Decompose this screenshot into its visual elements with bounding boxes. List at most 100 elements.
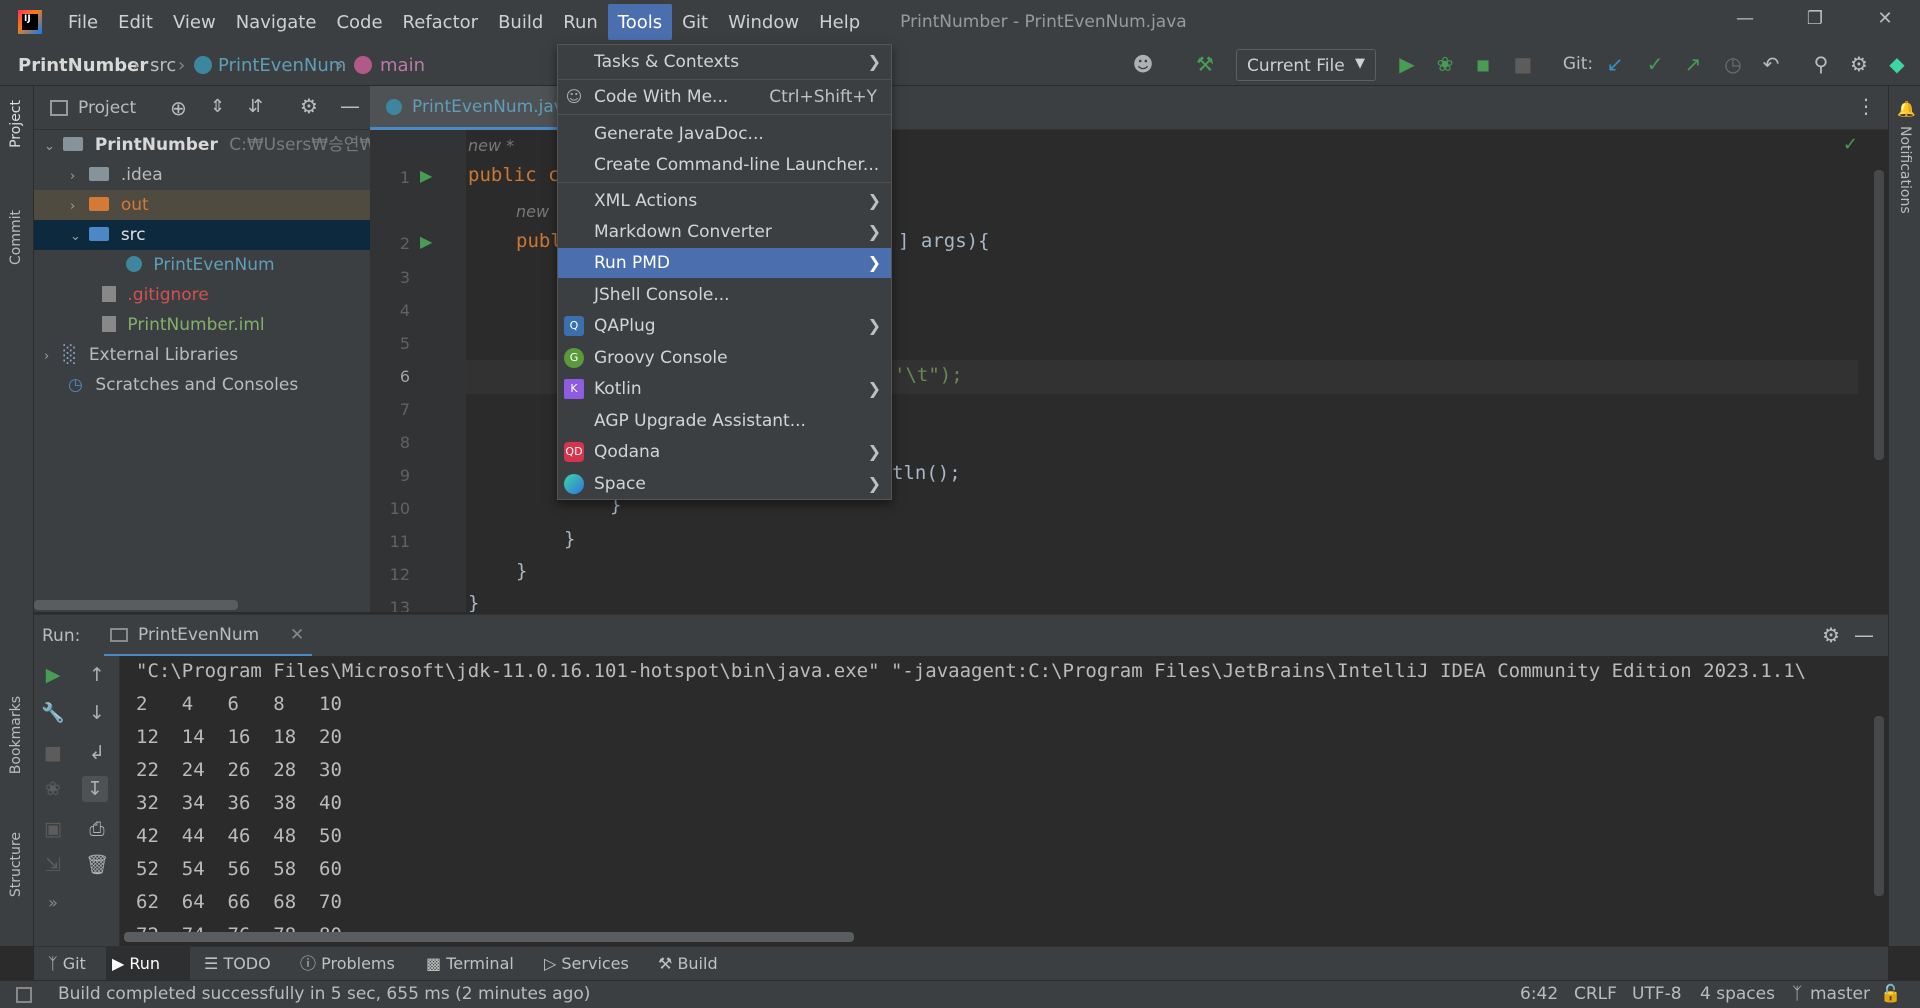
scroll-to-end-icon[interactable]: ↧: [82, 776, 108, 802]
menu-run[interactable]: Run: [553, 4, 608, 40]
expand-all-icon[interactable]: ⇕: [210, 96, 225, 117]
stripe-notifications[interactable]: Notifications: [1897, 126, 1913, 214]
stripe-commit[interactable]: Commit: [8, 210, 24, 265]
menu-edit[interactable]: Edit: [108, 4, 163, 40]
wrench-icon[interactable]: 🔧: [40, 700, 66, 726]
soft-wrap-icon[interactable]: ↲: [84, 740, 110, 766]
tree-item-printevennum[interactable]: PrintEvenNum: [34, 250, 370, 280]
print-icon[interactable]: ⎙: [84, 816, 110, 842]
debug-icon[interactable]: ❀: [40, 776, 66, 802]
vertical-scrollbar[interactable]: [1874, 716, 1884, 896]
minimize-panel-icon[interactable]: —: [340, 94, 360, 118]
menu-item-kotlin[interactable]: K Kotlin ❯: [558, 374, 891, 404]
bell-icon[interactable]: 🔔: [1897, 100, 1916, 118]
tree-item-external-libraries[interactable]: › ░ External Libraries: [34, 340, 370, 370]
stripe-project[interactable]: Project: [8, 100, 24, 148]
caret-position[interactable]: 6:42: [1520, 984, 1558, 1004]
history-icon[interactable]: ◷: [1720, 51, 1746, 77]
collapse-all-icon[interactable]: ⇵: [248, 96, 263, 117]
console-output[interactable]: "C:\Program Files\Microsoft\jdk-11.0.16.…: [120, 656, 1888, 946]
coverage-icon[interactable]: ◾: [1470, 51, 1496, 77]
close-tab-icon[interactable]: ✕: [290, 625, 304, 645]
gear-icon[interactable]: ⚙: [1846, 51, 1872, 77]
code-with-me-icon[interactable]: ◆: [1884, 51, 1910, 77]
menu-item-generate-javadoc[interactable]: Generate JavaDoc...: [558, 119, 891, 149]
build-hammer-icon[interactable]: ⚒: [1192, 51, 1218, 77]
run-gutter-icon[interactable]: ▶: [420, 166, 432, 185]
menu-help[interactable]: Help: [809, 4, 870, 40]
tool-tab-run[interactable]: ▶ Run: [106, 947, 190, 981]
tree-item-gitignore[interactable]: .gitignore: [34, 280, 370, 310]
breadcrumb-class[interactable]: PrintEvenNum: [218, 55, 346, 76]
menu-item-jshell-console[interactable]: JShell Console...: [558, 280, 891, 310]
run-configuration-select[interactable]: Current File ▼: [1236, 49, 1376, 81]
user-icon[interactable]: ☻: [1130, 51, 1156, 77]
stripe-structure[interactable]: Structure: [8, 832, 24, 897]
lock-icon[interactable]: 🔓: [1880, 984, 1901, 1004]
rerun-icon[interactable]: ▶: [40, 662, 66, 688]
tree-item-src[interactable]: ⌄ src: [34, 220, 370, 250]
line-separator[interactable]: CRLF: [1574, 984, 1617, 1004]
git-push-icon[interactable]: ↗: [1680, 51, 1706, 77]
menu-item-code-with-me[interactable]: ☺ Code With Me... Ctrl+Shift+Y: [558, 82, 891, 112]
search-icon[interactable]: ⚲: [1808, 51, 1834, 77]
tool-tab-build[interactable]: ⚒ Build: [652, 947, 724, 981]
rollback-icon[interactable]: ↶: [1758, 51, 1784, 77]
debug-icon[interactable]: ❀: [1432, 51, 1458, 77]
menu-build[interactable]: Build: [488, 4, 553, 40]
intellij-logo-icon[interactable]: IJ: [18, 10, 42, 34]
menu-item-create-launcher[interactable]: Create Command-line Launcher...: [558, 150, 891, 180]
run-icon[interactable]: ▶: [1394, 51, 1420, 77]
stripe-bookmarks[interactable]: Bookmarks: [8, 696, 24, 774]
breadcrumb-method[interactable]: main: [380, 55, 425, 76]
minimize-panel-icon[interactable]: —: [1854, 623, 1874, 647]
tool-tab-git[interactable]: ᛉ Git: [42, 947, 92, 981]
menu-file[interactable]: File: [58, 4, 108, 40]
menu-item-run-pmd[interactable]: Run PMD ❯: [558, 248, 891, 278]
menu-item-tasks-contexts[interactable]: Tasks & Contexts ❯: [558, 47, 891, 77]
close-icon[interactable]: ✕: [1870, 8, 1900, 36]
locate-icon[interactable]: ⊕: [170, 96, 187, 120]
vertical-scrollbar[interactable]: [1874, 170, 1884, 460]
minimize-icon[interactable]: —: [1730, 8, 1760, 36]
git-commit-icon[interactable]: ✓: [1642, 51, 1668, 77]
menu-item-space[interactable]: Space ❯: [558, 469, 891, 499]
project-panel-title[interactable]: Project: [78, 98, 136, 118]
tree-item-out[interactable]: › out: [34, 190, 370, 220]
menu-code[interactable]: Code: [326, 4, 392, 40]
arrow-down-icon[interactable]: ↓: [84, 700, 110, 726]
toggle-tool-windows-icon[interactable]: [16, 987, 32, 1003]
exit-icon[interactable]: ⇲: [40, 852, 66, 878]
gear-icon[interactable]: ⚙: [1822, 623, 1840, 647]
restore-icon[interactable]: ❐: [1800, 8, 1830, 36]
status-message[interactable]: Build completed successfully in 5 sec, 6…: [58, 984, 590, 1004]
menu-window[interactable]: Window: [718, 4, 809, 40]
trash-icon[interactable]: 🗑: [84, 852, 110, 878]
menu-item-qodana[interactable]: QD Qodana ❯: [558, 437, 891, 467]
menu-item-xml-actions[interactable]: XML Actions ❯: [558, 186, 891, 216]
tree-item-idea[interactable]: › .idea: [34, 160, 370, 190]
gear-icon[interactable]: ⚙: [300, 94, 318, 118]
arrow-up-icon[interactable]: ↑: [84, 662, 110, 688]
tool-tab-terminal[interactable]: ▩ Terminal: [420, 947, 520, 981]
tool-tab-services[interactable]: ▷ Services: [538, 947, 635, 981]
more-options-icon[interactable]: ⋮: [1856, 94, 1876, 118]
menu-item-agp-upgrade[interactable]: AGP Upgrade Assistant...: [558, 406, 891, 436]
menu-view[interactable]: View: [163, 4, 226, 40]
menu-item-groovy-console[interactable]: G Groovy Console: [558, 343, 891, 373]
tool-tab-todo[interactable]: ☰ TODO: [198, 947, 277, 981]
stop-icon[interactable]: ■: [40, 740, 66, 766]
breadcrumb-src[interactable]: src: [150, 55, 176, 76]
menu-navigate[interactable]: Navigate: [226, 4, 327, 40]
menu-item-qaplug[interactable]: Q QAPlug ❯: [558, 311, 891, 341]
no-problems-check-icon[interactable]: ✓: [1843, 134, 1858, 155]
git-update-icon[interactable]: ↙: [1602, 51, 1628, 77]
tree-item-scratches[interactable]: ◷ Scratches and Consoles: [34, 370, 370, 400]
menu-refactor[interactable]: Refactor: [393, 4, 489, 40]
run-tab[interactable]: PrintEvenNum ✕: [104, 615, 312, 657]
more-icon[interactable]: »: [40, 890, 66, 916]
horizontal-scrollbar[interactable]: [124, 932, 854, 942]
menu-git[interactable]: Git: [672, 4, 718, 40]
breadcrumb-project[interactable]: PrintNumber: [18, 55, 148, 76]
indent-setting[interactable]: 4 spaces: [1700, 984, 1775, 1004]
